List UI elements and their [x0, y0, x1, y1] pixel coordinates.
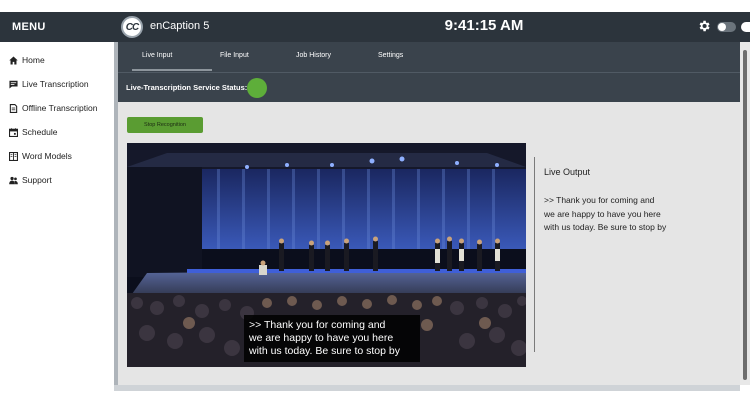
sidebar-item-live-transcription[interactable]: Live Transcription — [9, 79, 89, 89]
output-divider — [534, 157, 535, 352]
main-content: Live Input File Input Job History Settin… — [118, 42, 740, 385]
sidebar-item-label: Offline Transcription — [22, 103, 98, 113]
sidebar-item-label: Live Transcription — [22, 79, 89, 89]
status-bar: Live-Transcription Service Status: — [118, 72, 740, 102]
toggle-switch[interactable] — [717, 22, 736, 32]
caption-line: >> Thank you for coming and — [249, 319, 386, 331]
chat-icon — [9, 80, 18, 88]
service-status-indicator — [247, 78, 267, 98]
active-tab-indicator — [132, 69, 212, 71]
sidebar-item-label: Home — [22, 55, 45, 65]
people-icon — [9, 176, 18, 184]
calendar-icon — [9, 127, 18, 137]
top-bar: MENU CC enCaption 5 9:41:15 AM — [0, 12, 750, 42]
caption-line: with us today. Be sure to stop by — [249, 345, 400, 357]
video-preview: >> Thank you for coming and we are happy… — [127, 143, 526, 367]
home-icon — [9, 55, 18, 65]
bottom-strip — [114, 385, 740, 391]
video-caption-overlay: >> Thank you for coming and we are happy… — [244, 315, 420, 362]
service-status-label: Live-Transcription Service Status: — [126, 83, 248, 92]
sidebar-item-support[interactable]: Support — [9, 175, 52, 185]
logo-text: CC — [125, 21, 139, 33]
clock: 9:41:15 AM — [444, 17, 524, 34]
live-output-text: >> Thank you for coming and we are happy… — [544, 194, 714, 235]
output-line: we are happy to have you here — [544, 208, 661, 219]
sidebar-item-label: Word Models — [22, 151, 72, 161]
sidebar-item-schedule[interactable]: Schedule — [9, 127, 57, 137]
sidebar-item-offline-transcription[interactable]: Offline Transcription — [9, 103, 97, 113]
book-icon — [9, 151, 18, 161]
sidebar-item-word-models[interactable]: Word Models — [9, 151, 72, 161]
tab-file-input[interactable]: File Input — [220, 52, 249, 59]
gear-icon[interactable] — [697, 19, 711, 33]
tab-bar: Live Input File Input Job History Settin… — [118, 42, 740, 72]
sidebar: Home Live Transcription Offline Transcri… — [0, 42, 114, 400]
output-line: with us today. Be sure to stop by — [544, 222, 667, 232]
tab-job-history[interactable]: Job History — [296, 52, 331, 59]
stop-recognition-button[interactable]: Stop Recognition — [127, 117, 203, 133]
document-icon — [9, 103, 18, 113]
toggle-switch-2[interactable] — [741, 22, 750, 32]
output-line: >> Thank you for coming and — [544, 195, 655, 205]
sidebar-item-home[interactable]: Home — [9, 55, 45, 65]
app-title: enCaption 5 — [150, 20, 210, 32]
menu-label[interactable]: MENU — [12, 21, 46, 33]
tab-live-input[interactable]: Live Input — [142, 52, 172, 59]
caption-line: we are happy to have you here — [249, 332, 394, 344]
scrollbar-thumb[interactable] — [743, 50, 747, 380]
sidebar-item-label: Schedule — [22, 127, 58, 137]
tab-settings[interactable]: Settings — [378, 52, 403, 59]
app-logo: CC — [121, 16, 143, 38]
sidebar-item-label: Support — [22, 175, 52, 185]
live-output-title: Live Output — [544, 167, 591, 177]
